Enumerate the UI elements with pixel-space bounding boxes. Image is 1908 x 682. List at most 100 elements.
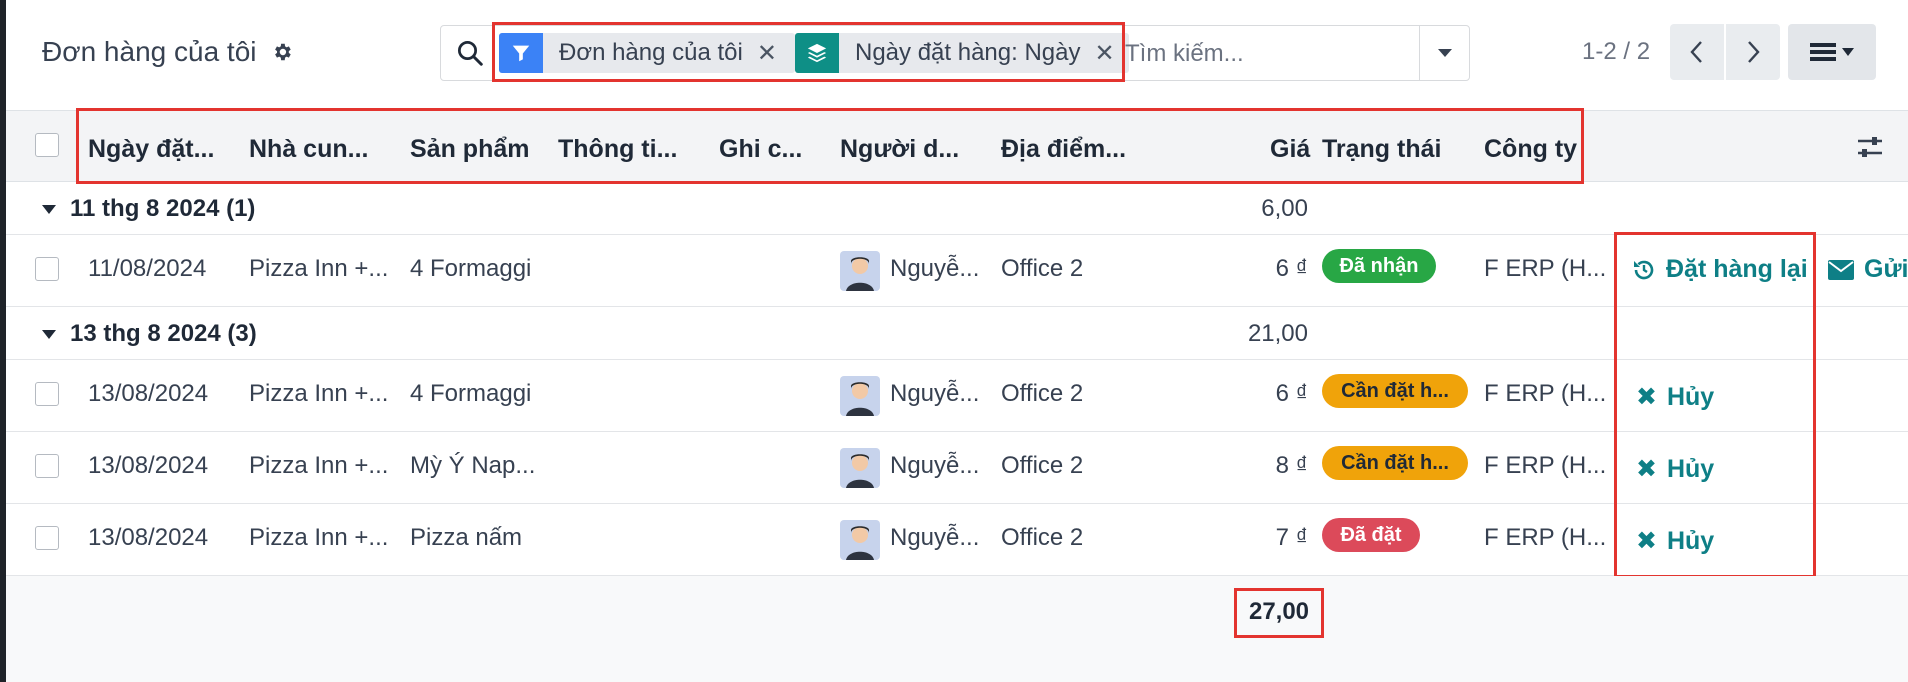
table-row[interactable]: 13/08/2024 Pizza Inn +... 4 Formaggi Ngu…	[6, 360, 1908, 432]
envelope-icon	[1828, 259, 1854, 280]
cell-vendor: Pizza Inn +...	[249, 255, 389, 282]
row-checkbox[interactable]	[35, 526, 59, 550]
grand-total: 27,00	[1248, 598, 1310, 625]
search-bar: Đơn hàng của tôi ✕ Ngày đặt hàng: Ngày ✕	[440, 25, 1470, 81]
avatar	[840, 448, 880, 488]
group-total: 6,00	[1261, 195, 1308, 222]
cell-date: 13/08/2024	[88, 524, 209, 551]
cell-price: 6 ₫	[1275, 255, 1308, 282]
pager-previous-button[interactable]	[1670, 24, 1724, 80]
column-header-product[interactable]: Sản phẩm	[410, 135, 529, 164]
cell-date: 13/08/2024	[88, 380, 209, 407]
pager-next-button[interactable]	[1726, 24, 1780, 80]
column-header-note[interactable]: Ghi c...	[719, 135, 802, 164]
page-title: Đơn hàng của tôi	[42, 36, 257, 67]
page: Đơn hàng của tôi Đơn hàng của tôi ✕ Ngày…	[0, 0, 1908, 682]
cancel-button[interactable]: ✖ Hủy	[1636, 382, 1714, 412]
cell-product: Mỳ Ý Nap...	[410, 452, 536, 479]
cell-price: 6 ₫	[1275, 380, 1308, 407]
table-row[interactable]: 13/08/2024 Pizza Inn +... Pizza nấm Nguy…	[6, 504, 1908, 576]
reorder-label: Đặt hàng lại	[1666, 255, 1808, 283]
view-switcher-button[interactable]	[1788, 24, 1876, 80]
avatar	[840, 376, 880, 416]
group-label-wrap: 13 thg 8 2024 (3)	[42, 320, 257, 348]
caret-down-icon	[1842, 48, 1854, 56]
column-header-info[interactable]: Thông ti...	[558, 135, 677, 164]
cell-company: F ERP (H...	[1484, 380, 1607, 407]
table-row[interactable]: 13/08/2024 Pizza Inn +... Mỳ Ý Nap... Ng…	[6, 432, 1908, 504]
group-label: 11 thg 8 2024 (1)	[70, 195, 256, 222]
cancel-button[interactable]: ✖ Hủy	[1636, 526, 1714, 556]
column-header-user[interactable]: Người d...	[840, 135, 959, 164]
facet-order-date-groupby: Ngày đặt hàng: Ngày ✕	[795, 33, 1129, 73]
cancel-label: Hủy	[1666, 526, 1715, 555]
group-total: 21,00	[1247, 320, 1308, 347]
row-checkbox[interactable]	[35, 382, 59, 406]
cell-product: Pizza nấm	[410, 524, 523, 551]
group-label-wrap: 11 thg 8 2024 (1)	[42, 195, 255, 223]
cell-date: 11/08/2024	[88, 255, 207, 282]
close-icon: ✖	[1636, 383, 1657, 411]
page-title-wrap: Đơn hàng của tôi	[42, 36, 293, 68]
table-row[interactable]: 11/08/2024 Pizza Inn +... 4 Formaggi Ngu…	[6, 235, 1908, 307]
status-badge: Đã đặt	[1322, 518, 1420, 552]
close-icon: ✖	[1636, 527, 1657, 555]
cell-location: Office 2	[1001, 524, 1084, 551]
caret-down-icon	[1437, 49, 1452, 57]
cell-user: Nguyễ...	[890, 380, 980, 407]
cell-price: 8 ₫	[1275, 452, 1308, 479]
caret-down-icon	[42, 329, 56, 339]
cell-product: 4 Formaggi	[410, 380, 532, 407]
avatar	[840, 251, 880, 291]
history-icon	[1634, 260, 1654, 279]
cell-user: Nguyễ...	[890, 452, 980, 479]
column-header-order-date[interactable]: Ngày đặt...	[88, 135, 214, 164]
cell-date: 13/08/2024	[88, 452, 209, 479]
group-row[interactable]: 13 thg 8 2024 (3) 21,00	[6, 307, 1908, 360]
cell-vendor: Pizza Inn +...	[249, 452, 389, 479]
search-options-toggle[interactable]	[1419, 26, 1469, 80]
cell-company: F ERP (H...	[1484, 452, 1607, 479]
send-label: Gửi	[1864, 255, 1908, 283]
table-header: Ngày đặt... Nhà cun... Sản phẩm Thông ti…	[6, 110, 1908, 182]
column-header-price[interactable]: Giá	[1270, 135, 1310, 164]
search-input[interactable]	[1125, 36, 1425, 72]
column-header-location[interactable]: Địa điểm...	[1001, 135, 1126, 164]
status-badge: Đã nhận	[1322, 249, 1436, 283]
cancel-label: Hủy	[1666, 454, 1715, 483]
cell-product: 4 Formaggi	[410, 255, 532, 282]
chevron-right-icon	[1748, 41, 1760, 63]
cancel-button[interactable]: ✖ Hủy	[1636, 454, 1714, 484]
facet-label: Ngày đặt hàng: Ngày	[855, 39, 1081, 66]
search-icon[interactable]	[455, 38, 485, 68]
column-options-icon[interactable]	[1854, 131, 1886, 163]
list-view-icon	[1810, 43, 1836, 61]
caret-down-icon	[42, 204, 56, 214]
pager-value[interactable]: 1-2 / 2	[1582, 38, 1650, 66]
close-icon: ✖	[1636, 455, 1657, 483]
gear-icon[interactable]	[271, 41, 293, 63]
column-header-company[interactable]: Công ty	[1484, 135, 1577, 164]
column-header-status[interactable]: Trạng thái	[1322, 135, 1441, 164]
facet-remove-icon[interactable]: ✕	[1094, 39, 1126, 68]
column-header-vendor[interactable]: Nhà cun...	[249, 135, 368, 164]
send-button[interactable]: Gửi	[1828, 255, 1908, 284]
cell-location: Office 2	[1001, 380, 1084, 407]
layers-icon	[795, 33, 839, 73]
row-checkbox[interactable]	[35, 257, 59, 281]
select-all-checkbox[interactable]	[35, 133, 59, 157]
facet-remove-icon[interactable]: ✕	[757, 39, 789, 68]
cell-vendor: Pizza Inn +...	[249, 380, 389, 407]
facet-my-orders: Đơn hàng của tôi ✕	[499, 33, 795, 73]
group-row[interactable]: 11 thg 8 2024 (1) 6,00	[6, 182, 1908, 235]
reorder-button[interactable]: Đặt hàng lại	[1632, 255, 1808, 284]
chevron-left-icon	[1690, 41, 1702, 63]
cell-location: Office 2	[1001, 255, 1084, 282]
cancel-label: Hủy	[1666, 382, 1715, 411]
row-checkbox[interactable]	[35, 454, 59, 478]
cell-vendor: Pizza Inn +...	[249, 524, 389, 551]
filter-icon	[499, 33, 543, 73]
cell-user: Nguyễ...	[890, 524, 980, 551]
cell-location: Office 2	[1001, 452, 1084, 479]
status-badge: Cần đặt h...	[1322, 446, 1468, 480]
